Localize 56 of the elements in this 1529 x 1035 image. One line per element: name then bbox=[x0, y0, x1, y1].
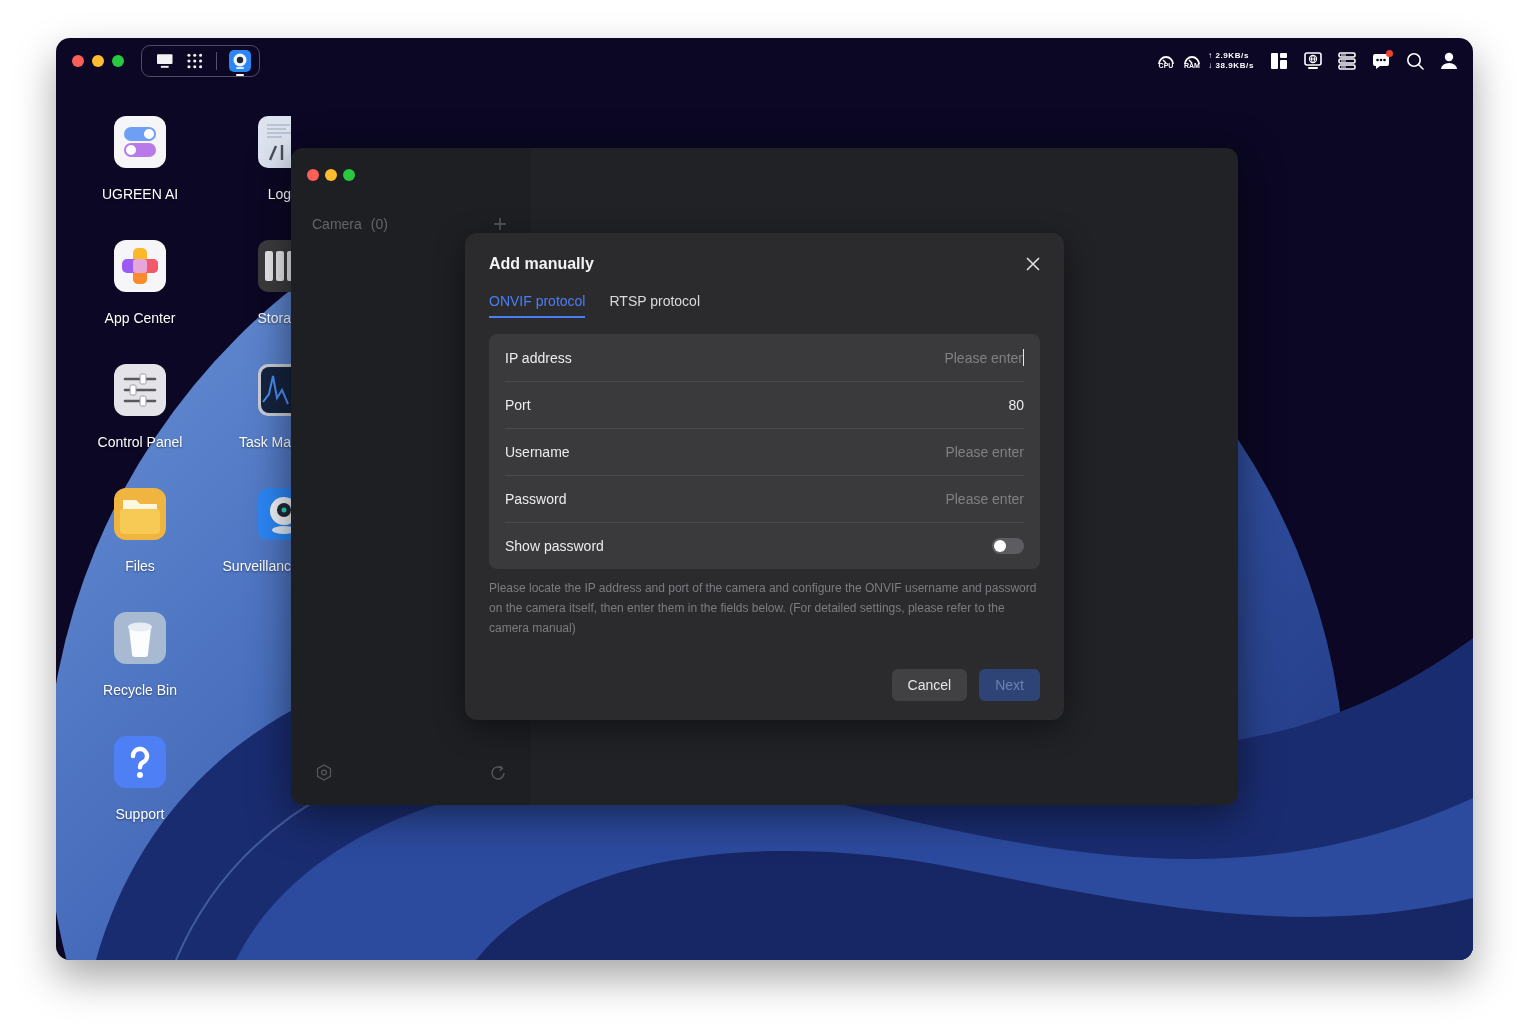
close-icon[interactable] bbox=[1026, 257, 1040, 271]
app-label[interactable]: Files bbox=[125, 558, 155, 575]
trash-bin-icon[interactable] bbox=[114, 612, 166, 664]
protocol-tab[interactable]: RTSP protocol bbox=[609, 291, 700, 318]
window-close-button[interactable] bbox=[307, 169, 319, 181]
monitor-icon[interactable] bbox=[157, 54, 173, 68]
sidebar-title: Camera bbox=[312, 216, 362, 232]
graph-monitor-icon[interactable] bbox=[258, 364, 291, 416]
window-zoom-button[interactable] bbox=[112, 55, 124, 67]
layout-icon[interactable] bbox=[1270, 52, 1288, 70]
dialog-title: Add manually bbox=[489, 255, 594, 273]
gauge-icon[interactable] bbox=[1182, 53, 1201, 64]
help-text: Please locate the IP address and port of the camera and configure the ONVIF username and password on the camera itself, then enter them in the fields below. (For detailed settings, please refer to the camera manual) bbox=[489, 580, 1038, 637]
app-label[interactable]: Log bbox=[267, 186, 291, 203]
webcam-icon[interactable] bbox=[258, 488, 291, 540]
cross-blocks-icon[interactable] bbox=[114, 240, 166, 292]
server-icon[interactable] bbox=[1338, 52, 1356, 70]
field-label: Username bbox=[505, 444, 570, 460]
gauge-icon[interactable] bbox=[1156, 53, 1175, 64]
app-grid-icon[interactable] bbox=[186, 53, 203, 69]
field-label: Password bbox=[505, 491, 567, 507]
webcam-app-icon[interactable] bbox=[229, 50, 251, 72]
chat-icon[interactable] bbox=[1372, 52, 1390, 70]
count-label: (0) bbox=[370, 216, 388, 232]
input-field[interactable]: Please enter bbox=[582, 489, 1024, 509]
secondary-button[interactable]: Cancel bbox=[891, 669, 968, 701]
drive-bays-icon[interactable] bbox=[258, 240, 291, 292]
globe-monitor-icon[interactable] bbox=[1304, 52, 1322, 70]
window-minimize-button[interactable] bbox=[325, 169, 337, 181]
toggle-switch[interactable] bbox=[992, 538, 1024, 554]
question-mark-icon[interactable] bbox=[114, 736, 166, 788]
upload-speed-text: ↑ 2.9KB/s bbox=[1207, 51, 1250, 61]
field-label: IP address bbox=[505, 349, 572, 366]
input-field[interactable]: Please enter bbox=[585, 442, 1024, 462]
app-label[interactable]: UGREEN AI bbox=[101, 186, 179, 203]
folder-icon[interactable] bbox=[114, 488, 166, 540]
app-label[interactable]: Task Ma bbox=[238, 434, 291, 451]
sliders-icon[interactable] bbox=[114, 364, 166, 416]
window-zoom-button[interactable] bbox=[343, 169, 355, 181]
app-label[interactable]: Stora bbox=[257, 310, 291, 327]
field-label: Port bbox=[505, 397, 531, 413]
app-label[interactable]: App Center bbox=[104, 310, 176, 327]
user-icon[interactable] bbox=[1440, 52, 1458, 70]
app-label[interactable]: Surveillanc bbox=[222, 558, 291, 575]
window-minimize-button[interactable] bbox=[92, 55, 104, 67]
app-label[interactable]: Support bbox=[115, 806, 165, 823]
protocol-tab[interactable]: ONVIF protocol bbox=[489, 291, 586, 318]
input-field[interactable]: 80 bbox=[546, 395, 1024, 415]
search-icon[interactable] bbox=[1406, 52, 1424, 70]
switches-icon[interactable] bbox=[114, 116, 166, 168]
input-field[interactable]: Please enter bbox=[587, 347, 1023, 368]
field-label: Show password bbox=[505, 538, 604, 554]
app-label[interactable]: Recycle Bin bbox=[103, 682, 177, 699]
document-icon[interactable] bbox=[258, 116, 291, 168]
download-speed-text: ↓ 38.9KB/s bbox=[1207, 61, 1254, 71]
window-close-button[interactable] bbox=[72, 55, 84, 67]
